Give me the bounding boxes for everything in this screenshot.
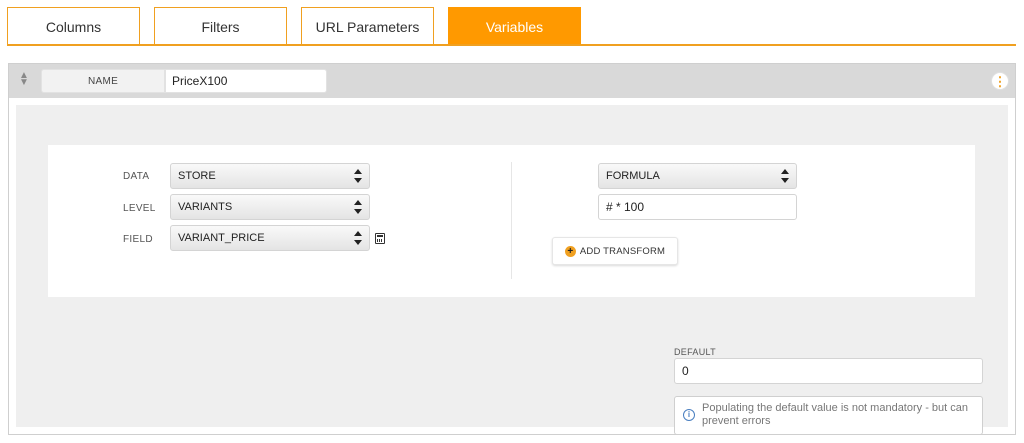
formula-input[interactable]: # * 100 [598, 194, 797, 220]
default-info-box: i Populating the default value is not ma… [674, 396, 983, 435]
add-transform-button[interactable]: + ADD TRANSFORM [552, 237, 678, 265]
field-label: FIELD [123, 234, 153, 245]
tab-filters[interactable]: Filters [154, 7, 287, 45]
variable-body: DATA STORE LEVEL VARIANTS FIELD VARIANT_… [16, 105, 1008, 435]
field-select-value: VARIANT_PRICE [178, 232, 265, 244]
data-label: DATA [123, 171, 150, 182]
level-select[interactable]: VARIANTS [170, 194, 370, 220]
source-card: DATA STORE LEVEL VARIANTS FIELD VARIANT_… [48, 145, 975, 297]
tab-underline [7, 44, 1016, 46]
transform-type-value: FORMULA [606, 170, 660, 182]
field-select[interactable]: VARIANT_PRICE [170, 225, 370, 251]
tab-url-parameters[interactable]: URL Parameters [301, 7, 434, 45]
name-input[interactable]: PriceX100 [165, 69, 327, 93]
name-label: NAME [41, 69, 165, 93]
drag-handle-icon[interactable]: ▲ ▼ [18, 71, 30, 88]
select-caret-icon [354, 231, 362, 245]
tab-variables[interactable]: Variables [448, 7, 581, 45]
more-options-icon[interactable]: ⋮ [991, 72, 1009, 90]
variable-header: ▲ ▼ NAME PriceX100 ⋮ [9, 64, 1015, 98]
variable-panel: ▲ ▼ NAME PriceX100 ⋮ DATA STORE LEVEL VAR… [8, 63, 1016, 435]
column-divider [511, 162, 512, 279]
add-transform-label: ADD TRANSFORM [579, 245, 666, 257]
level-select-value: VARIANTS [178, 201, 233, 213]
info-icon: i [683, 409, 695, 421]
select-caret-icon [354, 200, 362, 214]
level-label: LEVEL [123, 203, 156, 214]
default-info-text: Populating the default value is not mand… [702, 402, 969, 427]
calculator-icon[interactable] [375, 233, 385, 244]
data-select-value: STORE [178, 170, 216, 182]
data-select[interactable]: STORE [170, 163, 370, 189]
select-caret-icon [354, 169, 362, 183]
plus-circle-icon: + [564, 245, 576, 257]
tab-bar: Columns Filters URL Parameters Variables [0, 0, 1024, 48]
default-input[interactable]: 0 [674, 358, 983, 384]
default-label: DEFAULT [674, 347, 716, 357]
select-caret-icon [781, 169, 789, 183]
tab-columns[interactable]: Columns [7, 7, 140, 45]
transform-type-select[interactable]: FORMULA [598, 163, 797, 189]
